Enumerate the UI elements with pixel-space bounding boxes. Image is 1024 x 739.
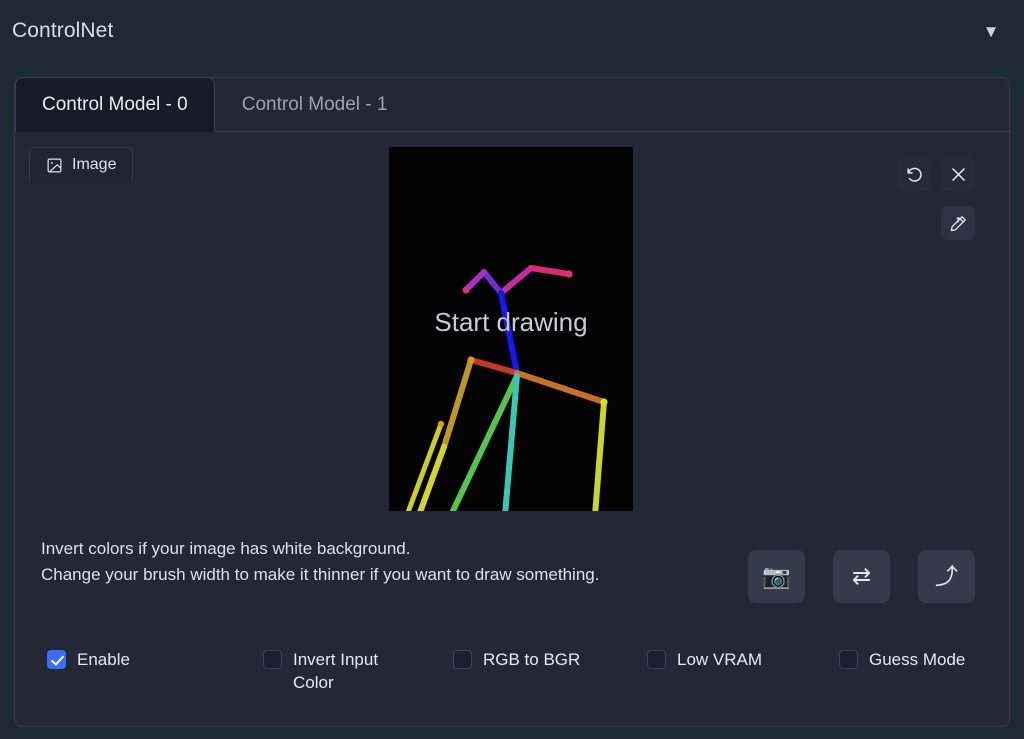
checkbox-guess-mode-label: Guess Mode: [869, 650, 966, 669]
picture-icon: [46, 157, 63, 174]
webcam-button[interactable]: 📷: [748, 550, 805, 603]
tab-control-model-1[interactable]: Control Model - 1: [215, 77, 415, 131]
checkbox-invert-input-color[interactable]: Invert Input Color: [263, 648, 453, 694]
image-action-buttons: 📷 ⇄ ⤴: [748, 550, 975, 603]
drawing-canvas[interactable]: Start drawing: [389, 147, 633, 511]
controlnet-panel-root: ControlNet ▼ Control Model - 0 Control M…: [0, 0, 1024, 739]
checkbox-enable-box[interactable]: [47, 650, 66, 669]
control-model-panel: Control Model - 0 Control Model - 1 Imag…: [14, 77, 1011, 727]
checkbox-enable[interactable]: Enable: [47, 648, 263, 671]
image-tab-label: Image: [72, 156, 117, 173]
pen-icon[interactable]: [941, 206, 975, 240]
page-title: ControlNet: [12, 19, 114, 42]
checkbox-rgb-to-bgr-box[interactable]: [453, 650, 472, 669]
checkbox-low-vram[interactable]: Low VRAM: [647, 648, 839, 671]
hint-line-2: Change your brush width to make it thinn…: [41, 565, 600, 584]
tab-control-model-0[interactable]: Control Model - 0: [15, 77, 215, 132]
checkbox-low-vram-label: Low VRAM: [677, 650, 763, 669]
hint-text: Invert colors if your image has white ba…: [41, 536, 599, 588]
send-dimensions-button[interactable]: ⤴: [918, 550, 975, 603]
checkbox-guess-mode[interactable]: Guess Mode: [839, 648, 965, 671]
pose-skeleton: [389, 147, 633, 511]
controlnet-header: ControlNet ▼: [0, 0, 1024, 62]
checkbox-rgb-to-bgr[interactable]: RGB to BGR: [453, 648, 647, 671]
hint-line-1: Invert colors if your image has white ba…: [41, 539, 411, 558]
checkbox-rgb-to-bgr-label: RGB to BGR: [483, 650, 581, 669]
undo-icon[interactable]: [897, 157, 931, 191]
image-tab[interactable]: Image: [29, 147, 134, 182]
close-icon[interactable]: [941, 157, 975, 191]
checkbox-invert-input-color-box[interactable]: [263, 650, 282, 669]
mirror-webcam-button[interactable]: ⇄: [833, 550, 890, 603]
checkbox-low-vram-box[interactable]: [647, 650, 666, 669]
control-model-tabbar: Control Model - 0 Control Model - 1: [15, 77, 1011, 132]
checkbox-enable-label: Enable: [77, 650, 130, 669]
checkbox-guess-mode-box[interactable]: [839, 650, 858, 669]
checkbox-invert-input-color-label: Invert Input Color: [293, 650, 379, 692]
triangle-down-icon[interactable]: ▼: [978, 18, 1004, 44]
options-row: Enable Invert Input Color RGB to BGR Low…: [47, 648, 987, 694]
